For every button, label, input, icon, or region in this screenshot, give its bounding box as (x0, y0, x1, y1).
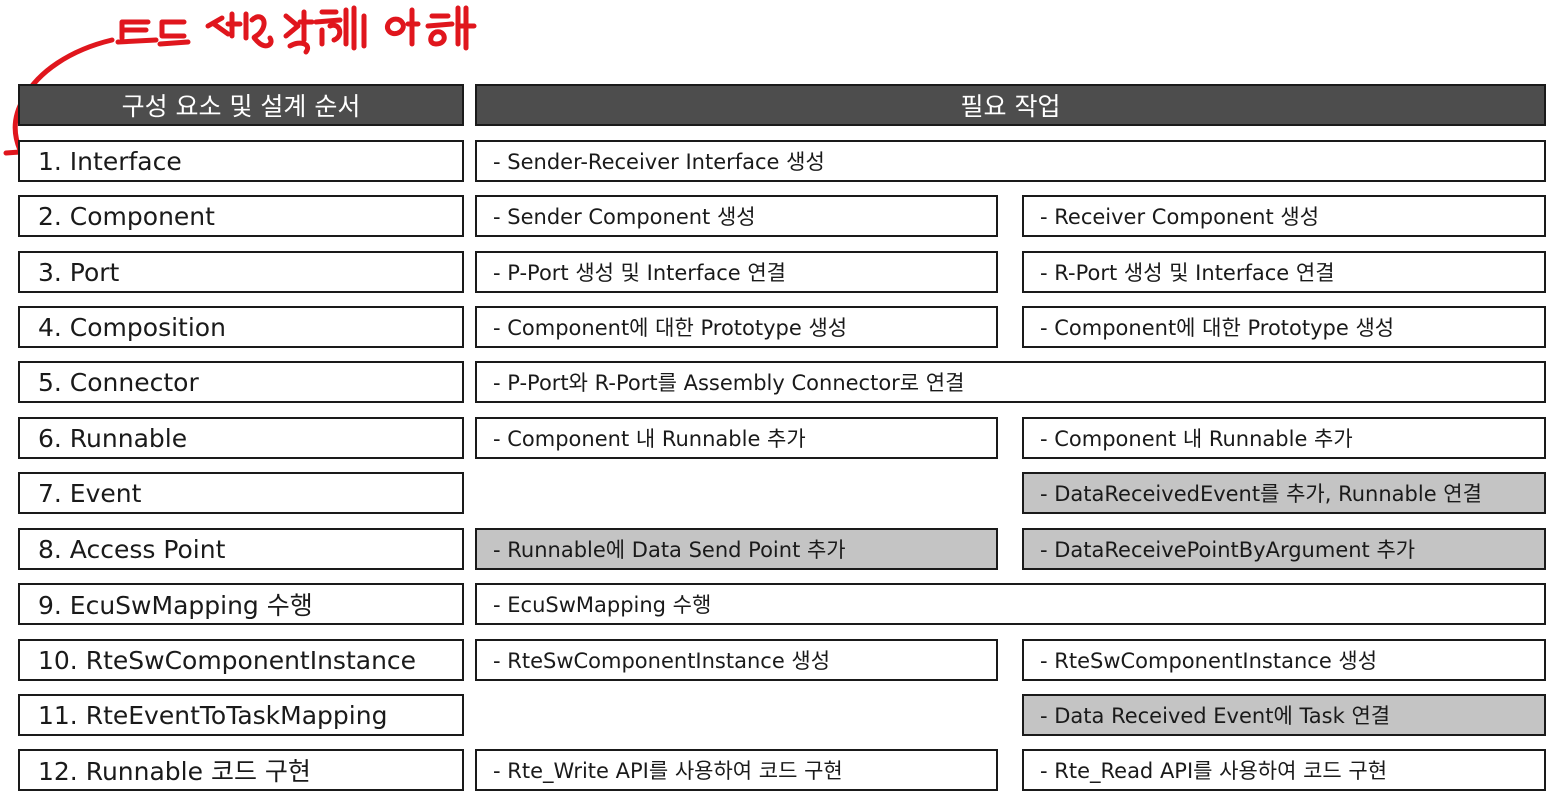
row-11-component: 11. RteEventToTaskMapping (18, 694, 464, 736)
row-2-sender-task: - Sender Component 생성 (475, 195, 998, 237)
header-component-order: 구성 요소 및 설계 순서 (18, 84, 464, 126)
row-9-task: - EcuSwMapping 수행 (475, 583, 1546, 625)
row-7-component: 7. Event (18, 472, 464, 514)
row-3-component: 3. Port (18, 251, 464, 293)
row-10-sender-task: - RteSwComponentInstance 생성 (475, 639, 998, 681)
row-2-component: 2. Component (18, 195, 464, 237)
row-7-receiver-task: - DataReceivedEvent를 추가, Runnable 연결 (1022, 472, 1546, 514)
row-9-component: 9. EcuSwMapping 수행 (18, 583, 464, 625)
row-4-component: 4. Composition (18, 306, 464, 348)
row-1-component: 1. Interface (18, 140, 464, 182)
row-12-component: 12. Runnable 코드 구현 (18, 749, 464, 791)
row-10-component: 10. RteSwComponentInstance (18, 639, 464, 681)
row-4-receiver-task: - Component에 대한 Prototype 생성 (1022, 306, 1546, 348)
row-3-receiver-task: - R-Port 생성 및 Interface 연결 (1022, 251, 1546, 293)
row-3-sender-task: - P-Port 생성 및 Interface 연결 (475, 251, 998, 293)
row-12-receiver-task: - Rte_Read API를 사용하여 코드 구현 (1022, 749, 1546, 791)
row-8-receiver-task: - DataReceivePointByArgument 추가 (1022, 528, 1546, 570)
row-6-receiver-task: - Component 내 Runnable 추가 (1022, 417, 1546, 459)
row-8-component: 8. Access Point (18, 528, 464, 570)
row-8-sender-task: - Runnable에 Data Send Point 추가 (475, 528, 998, 570)
header-required-work: 필요 작업 (475, 84, 1546, 126)
row-11-receiver-task: - Data Received Event에 Task 연결 (1022, 694, 1546, 736)
row-6-component: 6. Runnable (18, 417, 464, 459)
row-1-task: - Sender-Receiver Interface 생성 (475, 140, 1546, 182)
row-6-sender-task: - Component 내 Runnable 추가 (475, 417, 998, 459)
row-4-sender-task: - Component에 대한 Prototype 생성 (475, 306, 998, 348)
row-10-receiver-task: - RteSwComponentInstance 생성 (1022, 639, 1546, 681)
row-2-receiver-task: - Receiver Component 생성 (1022, 195, 1546, 237)
row-5-component: 5. Connector (18, 361, 464, 403)
row-5-task: - P-Port와 R-Port를 Assembly Connector로 연결 (475, 361, 1546, 403)
row-12-sender-task: - Rte_Write API를 사용하여 코드 구현 (475, 749, 998, 791)
